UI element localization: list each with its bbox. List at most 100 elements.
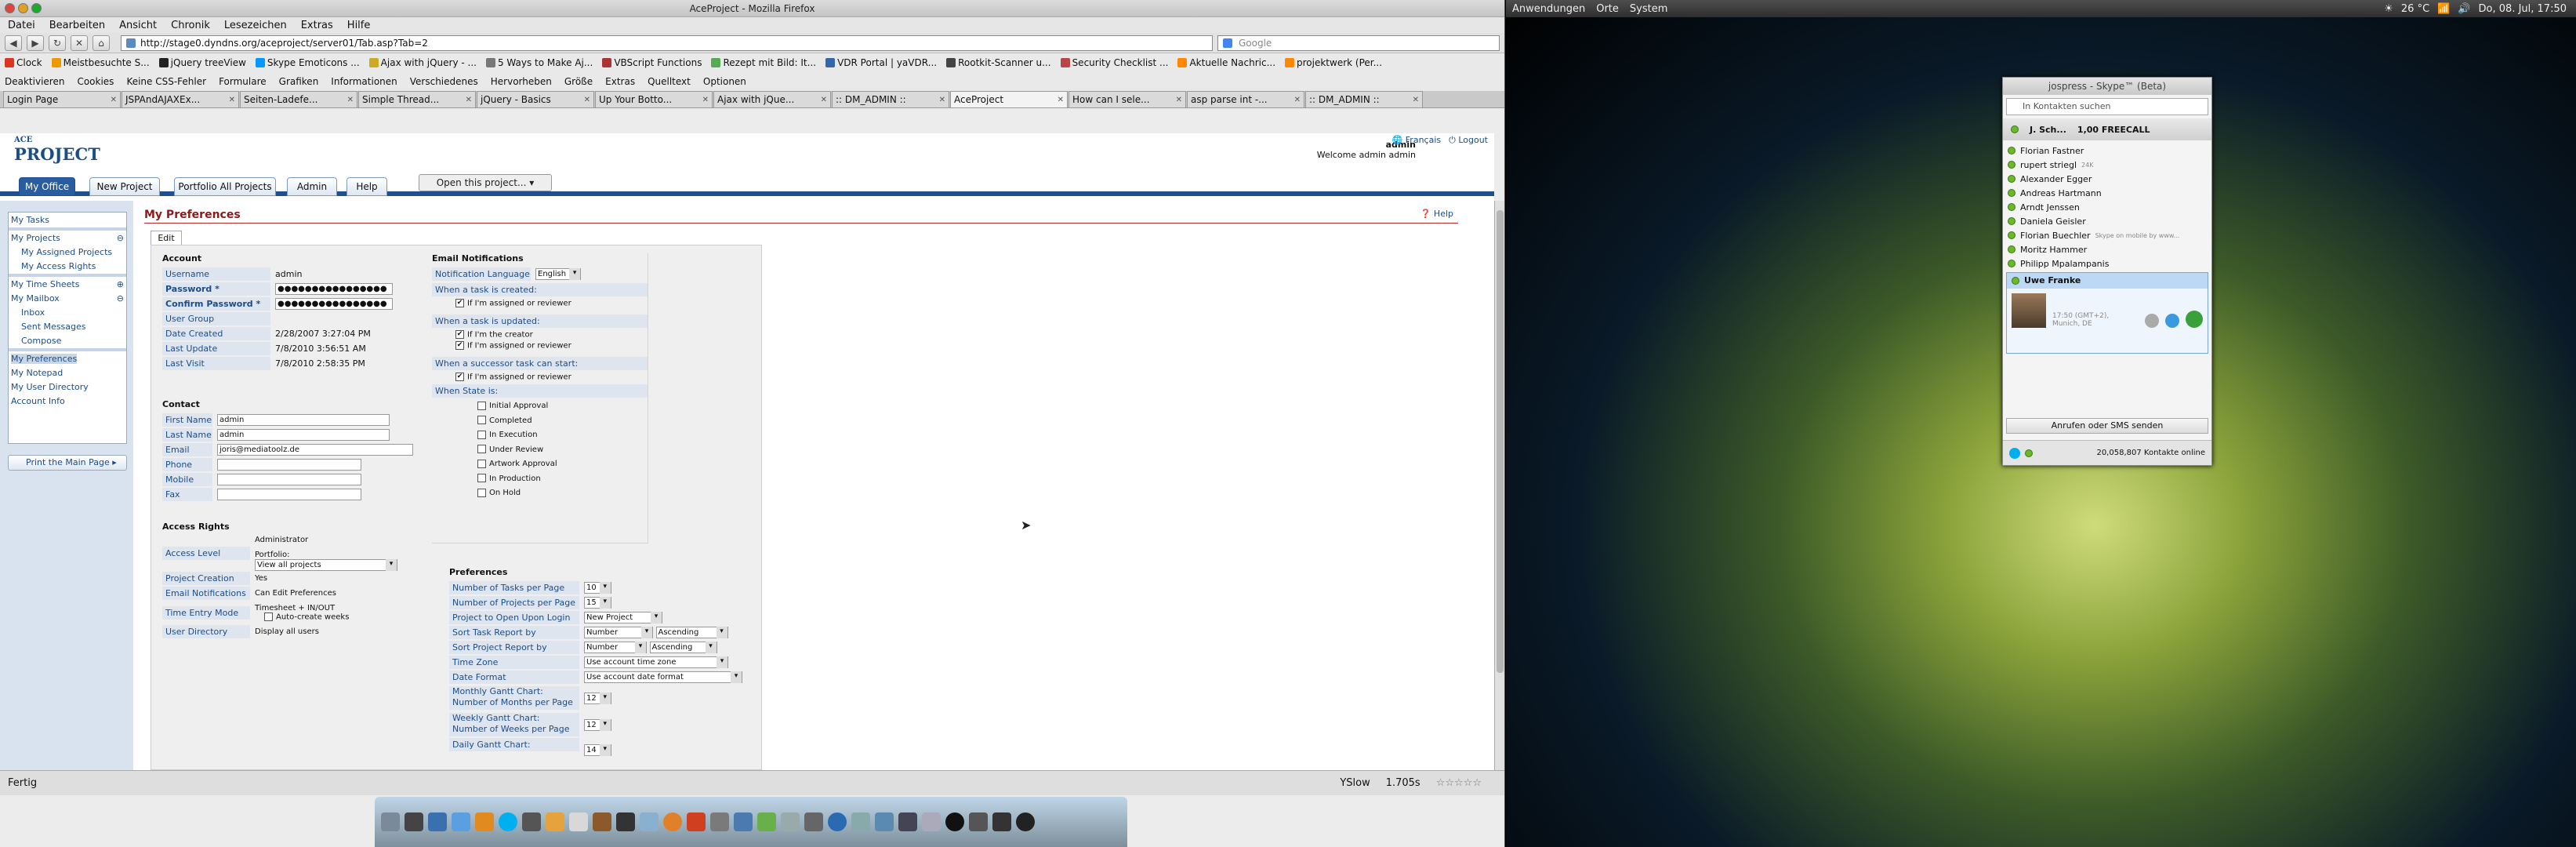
volume-icon[interactable]: 🔊 bbox=[2458, 3, 2470, 15]
document-icon[interactable] bbox=[569, 812, 588, 831]
sidebar-item-sent[interactable]: Sent Messages bbox=[9, 320, 126, 333]
files-icon[interactable] bbox=[428, 812, 447, 831]
close-tab-icon[interactable]: ✕ bbox=[821, 96, 827, 104]
new-project-button[interactable]: New Project bbox=[89, 177, 160, 196]
maximize-icon[interactable] bbox=[31, 3, 42, 13]
contact-item[interactable]: rupert striegl 24K bbox=[2003, 158, 2211, 172]
box-icon[interactable] bbox=[710, 812, 729, 831]
dev-optionen[interactable]: Optionen bbox=[703, 76, 746, 87]
sort-task-select[interactable]: Number bbox=[584, 627, 653, 638]
contact-item[interactable]: Daniela Geisler bbox=[2003, 214, 2211, 228]
close-tab-icon[interactable]: ✕ bbox=[1058, 96, 1064, 104]
open-project-select[interactable]: Open this project... ▾ bbox=[419, 174, 552, 191]
clock[interactable]: Do, 08. Jul, 17:50 bbox=[2479, 3, 2567, 15]
bookmark-10[interactable]: Security Checklist ... bbox=[1060, 57, 1168, 68]
close-tab-icon[interactable]: ✕ bbox=[111, 96, 117, 104]
state-checkbox[interactable] bbox=[477, 459, 486, 468]
menu-datei[interactable]: Datei bbox=[8, 20, 35, 31]
sort-task-order-select[interactable]: Ascending bbox=[655, 627, 728, 638]
close-tab-icon[interactable]: ✕ bbox=[347, 96, 354, 104]
creator-checkbox[interactable]: ✔ bbox=[455, 329, 464, 339]
close-tab-icon[interactable]: ✕ bbox=[702, 96, 709, 104]
url-bar[interactable]: http://stage0.dyndns.org/aceproject/serv… bbox=[121, 35, 1213, 51]
media-icon[interactable] bbox=[593, 812, 611, 831]
bookmark-5[interactable]: 5 Ways to Make Aj... bbox=[485, 57, 593, 68]
aceproject-logo[interactable]: ACE PROJECT bbox=[14, 136, 100, 165]
expand-icon[interactable]: ⊕ bbox=[117, 279, 124, 289]
close-tab-icon[interactable]: ✕ bbox=[229, 96, 235, 104]
gnome-menu-anwendungen[interactable]: Anwendungen bbox=[1512, 3, 1585, 15]
home-icon[interactable]: ⌂ bbox=[93, 35, 110, 51]
language-select[interactable]: English bbox=[535, 268, 582, 280]
more-icon[interactable] bbox=[2145, 314, 2159, 328]
close-tab-icon[interactable]: ✕ bbox=[466, 96, 472, 104]
menu-lesezeichen[interactable]: Lesezeichen bbox=[224, 20, 287, 31]
tab-8[interactable]: AceProject ✕ bbox=[950, 91, 1068, 107]
weather-icon[interactable]: ☀ bbox=[2384, 3, 2393, 15]
bookmark-9[interactable]: Rootkit-Scanner u... bbox=[946, 57, 1051, 68]
package-icon[interactable] bbox=[734, 812, 753, 831]
tab-9[interactable]: How can I sele... ✕ bbox=[1068, 91, 1186, 107]
tool-icon[interactable] bbox=[616, 812, 635, 831]
dev-informationen[interactable]: Informationen bbox=[331, 76, 397, 87]
sidebar-item-prefs[interactable]: My Preferences bbox=[9, 352, 126, 365]
menu-ansicht[interactable]: Ansicht bbox=[119, 20, 157, 31]
menu-chronik[interactable]: Chronik bbox=[171, 20, 210, 31]
sidebar-item-timesheets[interactable]: My Time Sheets ⊕ bbox=[9, 278, 126, 291]
close-tab-icon[interactable]: ✕ bbox=[939, 96, 945, 104]
help-link[interactable]: ❓ Help bbox=[1420, 209, 1453, 219]
sidebar-item-projects[interactable]: My Projects ⊖ bbox=[9, 231, 126, 245]
tab-2[interactable]: Seiten-Ladefe... ✕ bbox=[240, 91, 357, 107]
state-checkbox[interactable] bbox=[477, 474, 486, 482]
portfolio-select[interactable]: View all projects bbox=[255, 558, 397, 571]
francais-link[interactable]: 🌐 Français bbox=[1392, 135, 1442, 146]
search-input[interactable]: Google bbox=[1217, 35, 1500, 51]
tab-6[interactable]: Ajax with jQue... ✕ bbox=[713, 91, 831, 107]
vlc-icon[interactable] bbox=[663, 812, 682, 831]
state-checkbox[interactable] bbox=[477, 488, 486, 497]
image-app-icon[interactable] bbox=[546, 812, 564, 831]
skype-credit[interactable]: 1,00 FREECALL bbox=[2077, 125, 2150, 135]
bookmark-2[interactable]: jQuery treeView bbox=[158, 57, 246, 68]
tab-4[interactable]: jQuery - Basics ✕ bbox=[477, 91, 594, 107]
close-tab-icon[interactable]: ✕ bbox=[1176, 96, 1182, 104]
bookmark-6[interactable]: VBScript Functions bbox=[602, 57, 702, 68]
firefox-icon[interactable] bbox=[475, 812, 494, 831]
print-main-page-button[interactable]: Print the Main Page ▸ bbox=[8, 455, 127, 471]
yslow-label[interactable]: YSlow bbox=[1340, 777, 1370, 789]
sidebar-item-tasks[interactable]: My Tasks bbox=[9, 213, 126, 227]
minimize-icon[interactable] bbox=[18, 3, 28, 13]
tab-7[interactable]: :: DM_ADMIN :: ✕ bbox=[832, 91, 949, 107]
printer-icon[interactable] bbox=[781, 812, 800, 831]
network-tray-icon[interactable]: 📶 bbox=[2437, 3, 2450, 15]
months-per-page-select[interactable]: 12 bbox=[584, 692, 611, 704]
call-icon[interactable] bbox=[2186, 311, 2203, 328]
sidebar-item-assigned[interactable]: My Assigned Projects bbox=[9, 245, 126, 259]
sidebar-item-userdir[interactable]: My User Directory bbox=[9, 380, 126, 394]
auto-weeks-checkbox[interactable] bbox=[264, 612, 273, 621]
settings-icon[interactable] bbox=[757, 812, 776, 831]
edit-tab[interactable]: Edit bbox=[151, 231, 182, 245]
editor-icon[interactable] bbox=[522, 812, 541, 831]
tab-10[interactable]: asp parse int -... ✕ bbox=[1187, 91, 1304, 107]
page-scrollbar[interactable] bbox=[1494, 201, 1504, 770]
logout-link[interactable]: ⏻ Logout bbox=[1449, 135, 1488, 146]
bookmark-4[interactable]: Ajax with jQuery - ... bbox=[368, 57, 477, 68]
menu-extras[interactable]: Extras bbox=[301, 20, 333, 31]
calculator-icon[interactable] bbox=[804, 812, 823, 831]
state-checkbox[interactable] bbox=[477, 416, 486, 424]
archive-icon[interactable] bbox=[851, 812, 870, 831]
keyboard-icon[interactable] bbox=[922, 812, 941, 831]
tasks-per-page-select[interactable]: 10 bbox=[584, 582, 611, 594]
email-input[interactable]: joris@mediatoolz.de bbox=[217, 444, 413, 456]
monitor-icon[interactable] bbox=[898, 812, 917, 831]
first-name-input[interactable]: admin bbox=[217, 414, 390, 426]
state-checkbox[interactable] bbox=[477, 430, 486, 439]
selected-contact-card[interactable]: Uwe Franke 17:50 (GMT+2), Munich, DE bbox=[2006, 272, 2208, 354]
gnome-menu-system[interactable]: System bbox=[1630, 3, 1667, 15]
close-tab-icon[interactable]: ✕ bbox=[584, 96, 590, 104]
open-project-login-select[interactable]: New Project bbox=[584, 612, 662, 623]
assigned-checkbox[interactable]: ✔ bbox=[455, 341, 464, 350]
admin-button[interactable]: Admin bbox=[287, 177, 337, 196]
sort-project-order-select[interactable]: Ascending bbox=[649, 642, 717, 653]
